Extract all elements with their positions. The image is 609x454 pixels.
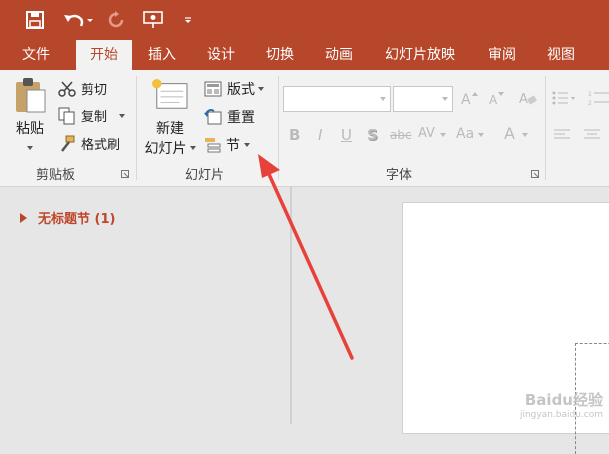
annotation-arrow — [258, 154, 354, 360]
